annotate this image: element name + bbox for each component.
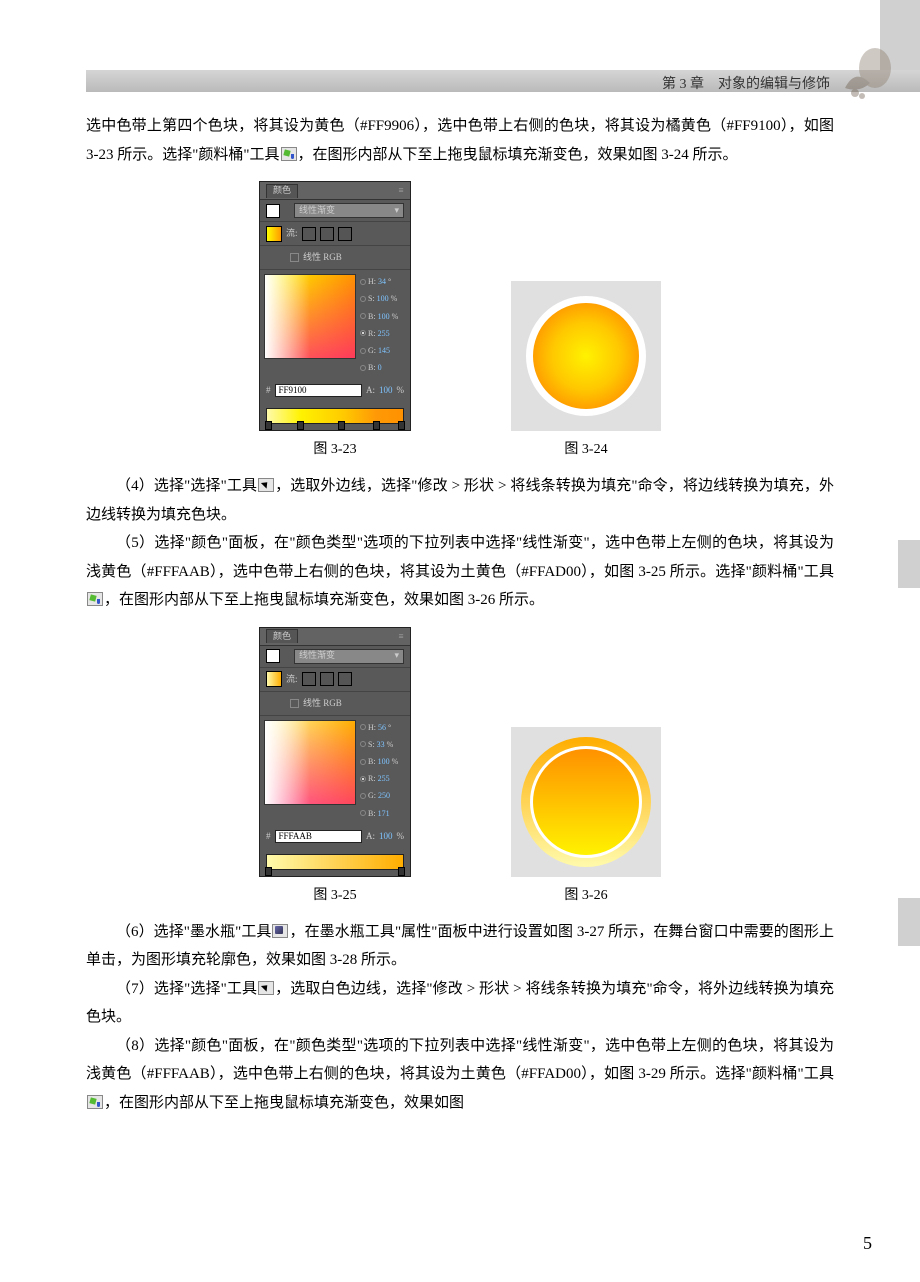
flow-option-2[interactable] — [320, 227, 334, 241]
side-tab — [898, 898, 920, 946]
chapter-title: 第 3 章 对象的编辑与修饰 — [662, 72, 830, 99]
paint-bucket-icon — [281, 147, 297, 161]
hex-label: # — [266, 382, 271, 399]
flow-option-3[interactable] — [338, 227, 352, 241]
step-5-paragraph: （5）选择"颜色"面板，在"颜色类型"选项的下拉列表中选择"线性渐变"，选中色带… — [86, 529, 834, 615]
gradient-stop[interactable] — [297, 421, 304, 430]
step-7-paragraph: （7）选择"选择"工具，选取白色边线，选择"修改 > 形状 > 将线条转换为填充… — [86, 975, 834, 1032]
flow-label: 流: — [286, 225, 298, 242]
panel-tab[interactable]: 颜色 — [266, 184, 298, 198]
selection-tool-icon — [258, 478, 274, 492]
chevron-down-icon: ▾ — [394, 202, 399, 219]
color-spectrum[interactable] — [264, 720, 356, 805]
gradient-stop[interactable] — [373, 421, 380, 430]
result-preview-fig26 — [511, 727, 661, 877]
linear-rgb-label: 线性 RGB — [303, 249, 342, 266]
intro-text-2: ，在图形内部从下至上拖曳鼠标填充渐变色，效果如图 3-24 所示。 — [298, 147, 738, 163]
ink-bottle-icon — [272, 924, 288, 938]
gradient-ramp[interactable] — [266, 408, 404, 424]
figure-caption: 图 3-24 — [564, 437, 607, 464]
checkbox-icon[interactable] — [290, 253, 299, 262]
gradient-stop[interactable] — [265, 867, 272, 876]
checkbox-icon[interactable] — [290, 699, 299, 708]
result-preview-fig24 — [511, 281, 661, 431]
bb-radio[interactable] — [360, 365, 366, 371]
figure-caption: 图 3-23 — [313, 437, 356, 464]
flow-option-1[interactable] — [302, 672, 316, 686]
figure-row-1: 颜色≡ 线性渐变▾ 流: 线性 RGB H: 34° — [86, 181, 834, 464]
h-radio[interactable] — [360, 724, 366, 730]
g-radio[interactable] — [360, 793, 366, 799]
paint-bucket-icon — [87, 1095, 103, 1109]
figure-caption: 图 3-25 — [313, 883, 356, 910]
gradient-stop[interactable] — [265, 421, 272, 430]
gradient-stop[interactable] — [398, 421, 405, 430]
step-6-paragraph: （6）选择"墨水瓶"工具，在墨水瓶工具"属性"面板中进行设置如图 3-27 所示… — [86, 918, 834, 975]
figure-caption: 图 3-26 — [564, 883, 607, 910]
bb-radio[interactable] — [360, 810, 366, 816]
hex-label: # — [266, 828, 271, 845]
color-panel-fig23: 颜色≡ 线性渐变▾ 流: 线性 RGB H: 34° — [259, 181, 411, 431]
gradient-circle-icon — [526, 296, 646, 416]
h-radio[interactable] — [360, 279, 366, 285]
gradient-ring-icon — [521, 737, 651, 867]
b-radio[interactable] — [360, 759, 366, 765]
gradient-type-dropdown[interactable]: 线性渐变▾ — [294, 203, 404, 218]
panel-menu-icon[interactable]: ≡ — [396, 631, 406, 641]
flow-option-1[interactable] — [302, 227, 316, 241]
header-ornament-icon — [830, 38, 900, 108]
fill-swatch[interactable] — [266, 226, 282, 242]
selection-tool-icon — [258, 981, 274, 995]
figure-row-2: 颜色≡ 线性渐变▾ 流: 线性 RGB H: 56° — [86, 627, 834, 910]
gradient-type-dropdown[interactable]: 线性渐变▾ — [294, 649, 404, 664]
color-panel-fig25: 颜色≡ 线性渐变▾ 流: 线性 RGB H: 56° — [259, 627, 411, 877]
flow-label: 流: — [286, 671, 298, 688]
page-number: 5 — [863, 1226, 872, 1260]
gradient-ramp[interactable] — [266, 854, 404, 870]
color-spectrum[interactable] — [264, 274, 356, 359]
panel-menu-icon[interactable]: ≡ — [396, 185, 406, 195]
g-radio[interactable] — [360, 348, 366, 354]
panel-tab[interactable]: 颜色 — [266, 629, 298, 643]
step-8-paragraph: （8）选择"颜色"面板，在"颜色类型"选项的下拉列表中选择"线性渐变"，选中色带… — [86, 1032, 834, 1118]
stroke-swatch[interactable] — [266, 204, 280, 218]
paint-bucket-icon — [87, 592, 103, 606]
s-radio[interactable] — [360, 741, 366, 747]
chevron-down-icon: ▾ — [394, 647, 399, 664]
intro-paragraph: 选中色带上第四个色块，将其设为黄色（#FF9906），选中色带上右侧的色块，将其… — [86, 112, 834, 169]
hex-input[interactable]: FF9100 — [275, 384, 363, 397]
stroke-swatch[interactable] — [266, 649, 280, 663]
side-tab — [898, 540, 920, 588]
flow-option-2[interactable] — [320, 672, 334, 686]
flow-option-3[interactable] — [338, 672, 352, 686]
hex-input[interactable]: FFFAAB — [275, 830, 363, 843]
r-radio[interactable] — [360, 330, 366, 336]
step-4-paragraph: （4）选择"选择"工具，选取外边线，选择"修改 > 形状 > 将线条转换为填充"… — [86, 472, 834, 529]
gradient-circle-icon — [530, 746, 642, 858]
fill-swatch[interactable] — [266, 671, 282, 687]
b-radio[interactable] — [360, 313, 366, 319]
gradient-stop[interactable] — [338, 421, 345, 430]
s-radio[interactable] — [360, 296, 366, 302]
linear-rgb-label: 线性 RGB — [303, 695, 342, 712]
r-radio[interactable] — [360, 776, 366, 782]
gradient-stop[interactable] — [398, 867, 405, 876]
